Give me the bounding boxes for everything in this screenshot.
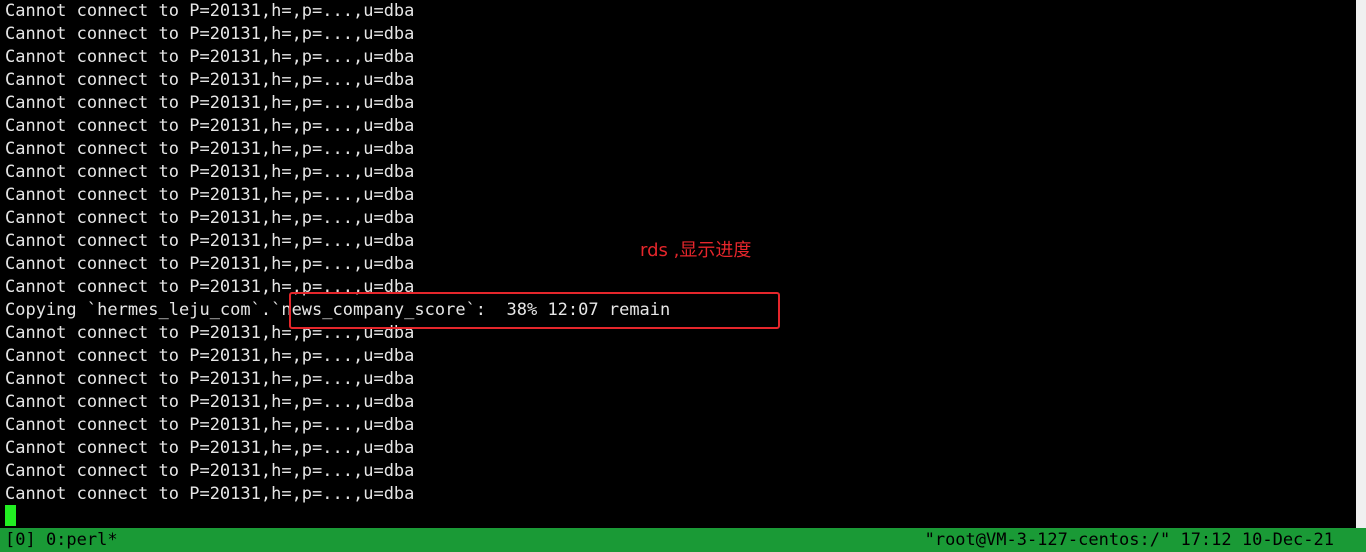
output-line: Cannot connect to P=20131,h=,p=...,u=dba bbox=[5, 185, 415, 205]
terminal-window[interactable]: Cannot connect to P=20131,h=,p=...,u=dba… bbox=[0, 0, 1366, 552]
output-line: Cannot connect to P=20131,h=,p=...,u=dba bbox=[5, 162, 415, 182]
output-line: Cannot connect to P=20131,h=,p=...,u=dba bbox=[5, 139, 415, 159]
output-line: Cannot connect to P=20131,h=,p=...,u=dba bbox=[5, 369, 415, 389]
output-line: Cannot connect to P=20131,h=,p=...,u=dba bbox=[5, 208, 415, 228]
output-line: Cannot connect to P=20131,h=,p=...,u=dba bbox=[5, 484, 415, 504]
annotation-label: rds ,显示进度 bbox=[640, 240, 752, 261]
output-line: Cannot connect to P=20131,h=,p=...,u=dba bbox=[5, 346, 415, 366]
output-line: Cannot connect to P=20131,h=,p=...,u=dba bbox=[5, 461, 415, 481]
window-list[interactable]: [0] 0:perl* bbox=[5, 528, 118, 552]
host-clock: "root@VM-3-127-centos:/" 17:12 10-Dec-21 bbox=[924, 530, 1334, 550]
output-line: Cannot connect to P=20131,h=,p=...,u=dba bbox=[5, 438, 415, 458]
output-line: Cannot connect to P=20131,h=,p=...,u=dba bbox=[5, 47, 415, 67]
output-line: Cannot connect to P=20131,h=,p=...,u=dba bbox=[5, 70, 415, 90]
terminal-cursor[interactable] bbox=[5, 505, 16, 526]
output-line: Cannot connect to P=20131,h=,p=...,u=dba bbox=[5, 415, 415, 435]
output-line: Cannot connect to P=20131,h=,p=...,u=dba bbox=[5, 116, 415, 136]
terminal-scrollbar[interactable] bbox=[1356, 0, 1366, 528]
progress-highlight-box bbox=[289, 292, 780, 329]
output-line: Cannot connect to P=20131,h=,p=...,u=dba bbox=[5, 392, 415, 412]
output-line: Cannot connect to P=20131,h=,p=...,u=dba bbox=[5, 1, 415, 21]
tmux-status-bar: [0] 0:perl* "root@VM-3-127-centos:/" 17:… bbox=[0, 528, 1366, 552]
output-line: Cannot connect to P=20131,h=,p=...,u=dba bbox=[5, 93, 415, 113]
output-line: Cannot connect to P=20131,h=,p=...,u=dba bbox=[5, 24, 415, 44]
